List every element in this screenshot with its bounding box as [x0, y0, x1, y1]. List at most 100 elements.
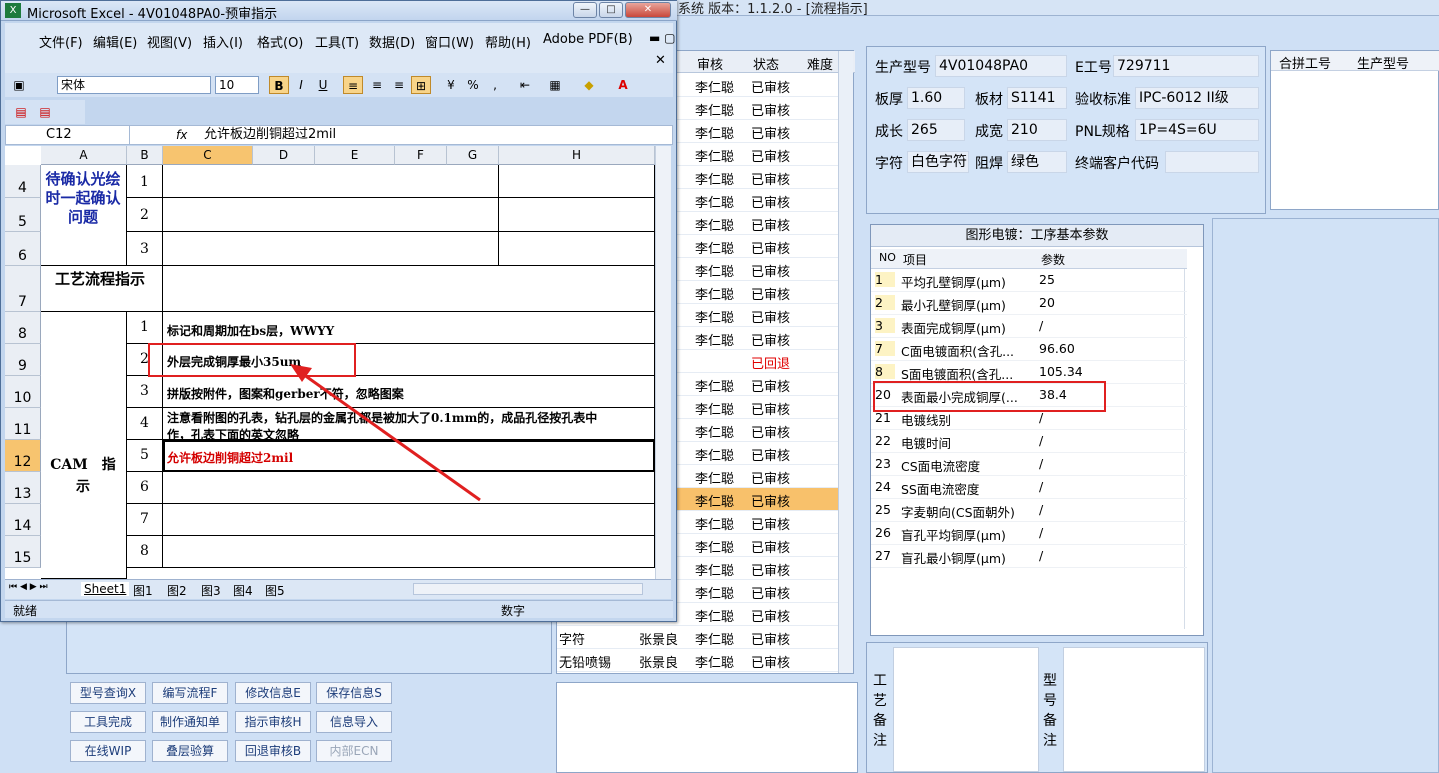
cell-c[interactable]	[163, 165, 499, 198]
bold-button[interactable]: B	[269, 76, 289, 94]
italic-button[interactable]: I	[291, 76, 311, 94]
sheet-tab[interactable]: Sheet1	[81, 582, 130, 596]
cell-c7[interactable]	[163, 266, 655, 312]
pdf-mail-icon[interactable]: ▤	[35, 103, 55, 121]
column-header[interactable]: E	[315, 146, 395, 165]
material-field[interactable]: S1141	[1007, 87, 1067, 109]
param-row[interactable]: 25 字麦朝向(CS面朝外) /	[871, 499, 1187, 522]
model-field[interactable]: 4V01048PA0	[935, 55, 1067, 77]
column-header[interactable]: F	[395, 146, 447, 165]
param-row[interactable]: 26 盲孔平均铜厚(μm) /	[871, 522, 1187, 545]
merge-grid[interactable]: 合拼工号 生产型号	[1270, 50, 1439, 210]
row-header[interactable]: 15	[5, 536, 41, 568]
action-button[interactable]: 信息导入	[316, 711, 392, 733]
wid-field[interactable]: 210	[1007, 119, 1067, 141]
sheet-tab[interactable]: 图3	[201, 582, 221, 599]
eno-field[interactable]: 729711	[1113, 55, 1259, 77]
char-field[interactable]: 白色字符	[907, 151, 969, 173]
param-row[interactable]: 24 SS面电流密度 /	[871, 476, 1187, 499]
model-remark-box[interactable]	[1063, 647, 1205, 772]
menu-item[interactable]: 格式(O)	[257, 32, 303, 51]
comma-icon[interactable]: ,	[485, 76, 505, 94]
action-button[interactable]: 指示审核H	[235, 711, 311, 733]
borders-icon[interactable]: ▦	[545, 76, 565, 94]
row-header[interactable]: 4	[5, 165, 41, 198]
column-header[interactable]: A	[41, 146, 127, 165]
action-button[interactable]: 保存信息S	[316, 682, 392, 704]
sheet-tab[interactable]: 图5	[265, 582, 285, 599]
param-row[interactable]: 27 盲孔最小铜厚(μm) /	[871, 545, 1187, 568]
param-row[interactable]: 23 CS面电流密度 /	[871, 453, 1187, 476]
doc-restore-icon[interactable]: ▬ ▢	[649, 31, 676, 45]
excel-title-bar[interactable]: X Microsoft Excel - 4V01048PA0-预审指示 — □ …	[1, 1, 677, 22]
formula-input[interactable]: 允许板边削铜超过2mil	[204, 126, 336, 144]
cell-c[interactable]	[163, 536, 655, 568]
action-button[interactable]: 制作通知单	[152, 711, 228, 733]
excel-window[interactable]: X Microsoft Excel - 4V01048PA0-预审指示 — □ …	[0, 0, 677, 622]
pdf-convert-icon[interactable]: ▤	[11, 103, 31, 121]
column-header[interactable]: G	[447, 146, 499, 165]
flow-grid-scrollbar[interactable]	[838, 51, 853, 673]
sheet-vertical-scrollbar[interactable]	[655, 146, 671, 579]
cell-c[interactable]	[163, 232, 499, 266]
cell-c[interactable]	[163, 504, 655, 536]
param-row[interactable]: 7 C面电镀面积(含孔... 96.60	[871, 338, 1187, 361]
action-button[interactable]: 型号查询X	[70, 682, 146, 704]
action-button[interactable]: 修改信息E	[235, 682, 311, 704]
column-header[interactable]: D	[253, 146, 315, 165]
param-row[interactable]: 3 表面完成铜厚(μm) /	[871, 315, 1187, 338]
row-header[interactable]: 8	[5, 312, 41, 344]
action-button[interactable]: 编写流程F	[152, 682, 228, 704]
fx-icon[interactable]: fx	[176, 126, 187, 144]
row-header[interactable]: 14	[5, 504, 41, 536]
cell-c[interactable]	[163, 472, 655, 504]
sheet-tab[interactable]: 图4	[233, 582, 253, 599]
sheet-tab[interactable]: 图2	[167, 582, 187, 599]
pnl-field[interactable]: 1P=4S=6U	[1135, 119, 1259, 141]
menu-item[interactable]: 窗口(W)	[425, 32, 474, 51]
std-field[interactable]: IPC-6012 II级	[1135, 87, 1259, 109]
currency-icon[interactable]: ¥	[441, 76, 461, 94]
row-header[interactable]: 12	[5, 440, 41, 472]
flow-row[interactable]: 无铅喷锡 张景良 李仁聪 已审核	[557, 649, 841, 672]
cell-a8[interactable]	[41, 312, 127, 579]
sheet-tab[interactable]: 图1	[133, 582, 153, 599]
action-button[interactable]: 内部ECN	[316, 740, 392, 762]
row-header[interactable]: 10	[5, 376, 41, 408]
menu-item[interactable]: 编辑(E)	[93, 32, 137, 51]
save-icon[interactable]: ▣	[9, 76, 29, 94]
align-right-icon[interactable]: ≡	[389, 76, 409, 94]
menu-item[interactable]: Adobe PDF(B)	[543, 32, 633, 47]
column-header[interactable]: H	[499, 146, 655, 165]
row-header[interactable]: 6	[5, 232, 41, 266]
row-header[interactable]: 11	[5, 408, 41, 440]
row-header[interactable]: 5	[5, 198, 41, 232]
align-center-icon[interactable]: ≡	[367, 76, 387, 94]
cell-c[interactable]	[163, 198, 499, 232]
menu-item[interactable]: 视图(V)	[147, 32, 192, 51]
memo-box[interactable]	[556, 682, 858, 773]
doc-close-icon[interactable]: ✕	[655, 53, 666, 68]
flow-row[interactable]: 字符 张景良 李仁聪 已审核	[557, 626, 841, 649]
param-row[interactable]: 1 平均孔壁铜厚(μm) 25	[871, 269, 1187, 292]
thick-field[interactable]: 1.60	[907, 87, 965, 109]
menu-item[interactable]: 数据(D)	[369, 32, 415, 51]
menu-item[interactable]: 工具(T)	[315, 32, 359, 51]
row-header[interactable]: 13	[5, 472, 41, 504]
process-remark-box[interactable]	[893, 647, 1039, 772]
cell-h[interactable]	[499, 165, 655, 198]
param-grid[interactable]: 图形电镀：工序基本参数 NO 项目 参数 1 平均孔壁铜厚(μm) 25 2 最小孔壁铜…	[870, 224, 1204, 636]
action-button[interactable]: 叠层验算	[152, 740, 228, 762]
name-box[interactable]: C12	[6, 126, 130, 144]
fill-color-icon[interactable]: ◆	[579, 76, 599, 94]
indent-icon[interactable]: ⇤	[515, 76, 535, 94]
font-size-select[interactable]: 10	[215, 76, 259, 94]
merge-center-icon[interactable]: ⊞	[411, 76, 431, 94]
row-header[interactable]: 9	[5, 344, 41, 376]
action-button[interactable]: 在线WIP	[70, 740, 146, 762]
close-button[interactable]: ✕	[625, 2, 671, 18]
column-header[interactable]: B	[127, 146, 163, 165]
param-row[interactable]: 2 最小孔壁铜厚(μm) 20	[871, 292, 1187, 315]
action-button[interactable]: 工具完成	[70, 711, 146, 733]
menu-item[interactable]: 插入(I)	[203, 32, 243, 51]
